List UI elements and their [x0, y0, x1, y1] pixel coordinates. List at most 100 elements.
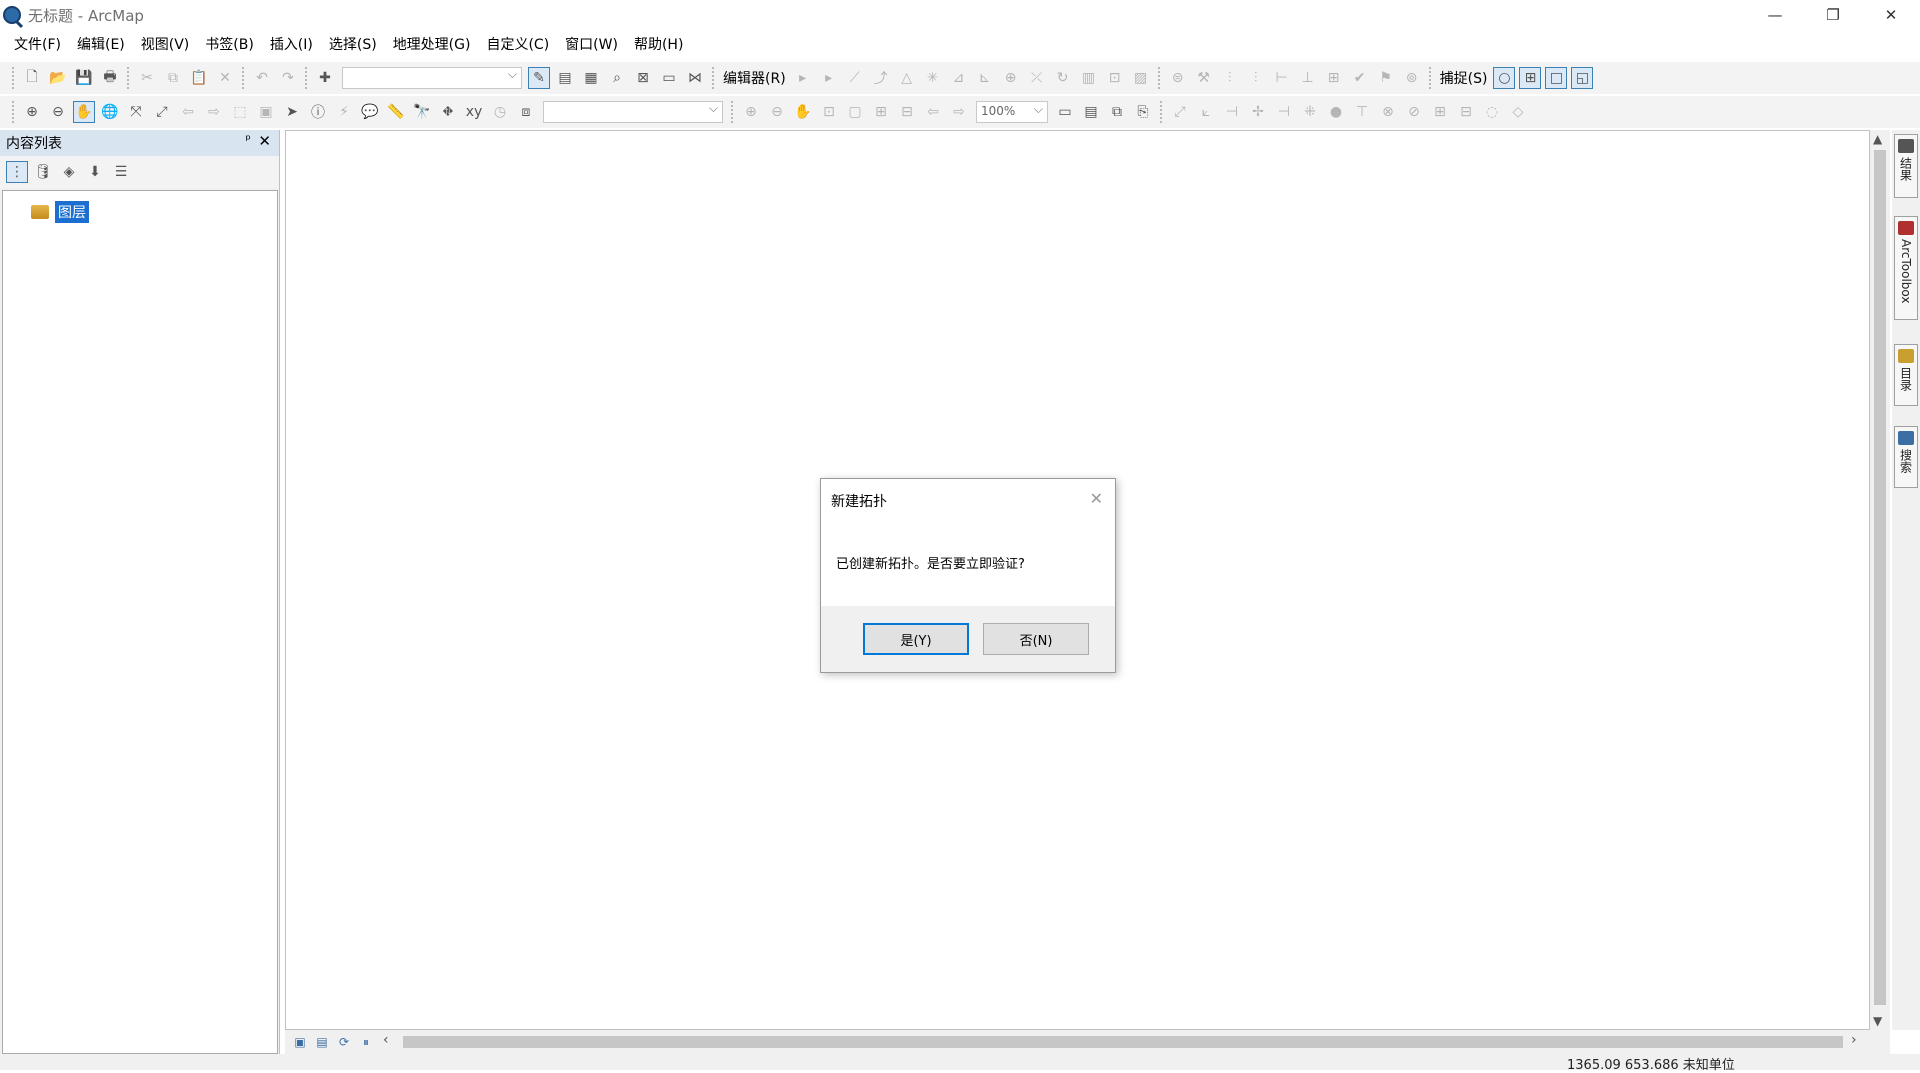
open-icon[interactable]: 📂	[47, 67, 69, 89]
forward-extent-icon[interactable]: ⇨	[203, 101, 225, 123]
select-elements-icon[interactable]: ➤	[281, 101, 303, 123]
dock-tab-catalog[interactable]: 目录	[1894, 344, 1918, 406]
back-extent-icon[interactable]: ⇦	[177, 101, 199, 123]
save-icon[interactable]: 💾	[73, 67, 95, 89]
reshape-icon[interactable]: ⊾	[974, 67, 996, 89]
pan-icon[interactable]: ✋	[73, 101, 95, 123]
vertical-scroll-thumb[interactable]	[1874, 150, 1886, 1005]
vertex-snapping-icon[interactable]: □	[1545, 67, 1568, 89]
georef-tool-4-icon[interactable]: ✢	[1247, 101, 1269, 123]
scroll-left-icon[interactable]: ‹	[383, 1032, 389, 1048]
menu-edit[interactable]: 编辑(E)	[69, 32, 133, 58]
menu-geoprocessing[interactable]: 地理处理(G)	[385, 32, 479, 58]
sketch-properties-icon[interactable]: ⊡	[1104, 67, 1126, 89]
toolbar-grip[interactable]	[12, 101, 15, 123]
list-by-selection-icon[interactable]: ⬇	[84, 161, 106, 183]
curve-icon[interactable]: ⤴	[870, 67, 892, 89]
create-features-icon[interactable]: ▨	[1130, 67, 1152, 89]
pin-icon[interactable]: ᵖ	[245, 133, 251, 148]
layout-zoom-in-icon[interactable]: ⊕	[740, 101, 762, 123]
minimize-button[interactable]: —	[1746, 0, 1804, 30]
identify-icon[interactable]: ⓘ	[307, 101, 329, 123]
georef-tool-5-icon[interactable]: ⊣	[1273, 101, 1295, 123]
table-of-contents-icon[interactable]: ▤	[554, 67, 576, 89]
dock-tab-results[interactable]: 结果	[1894, 134, 1918, 198]
cut-icon[interactable]: ✂	[136, 67, 158, 89]
topology-tool-1-icon[interactable]: ⫶	[1219, 67, 1241, 89]
menu-customize[interactable]: 自定义(C)	[478, 32, 557, 58]
topology-tool-5-icon[interactable]: ⊞	[1323, 67, 1345, 89]
fixed-zoom-in-icon[interactable]: ⤧	[125, 101, 147, 123]
select-features-icon[interactable]: ⬚	[229, 101, 251, 123]
find-icon[interactable]: 🔭	[411, 101, 433, 123]
print-icon[interactable]: 🖶	[99, 67, 121, 89]
edit-vertices-icon[interactable]: ⊿	[948, 67, 970, 89]
refresh-icon[interactable]: ⟳	[335, 1033, 353, 1051]
dock-tab-search[interactable]: 搜索	[1894, 426, 1918, 488]
edge-snapping-icon[interactable]: ◱	[1571, 67, 1594, 89]
menu-windows[interactable]: 窗口(W)	[557, 32, 626, 58]
scroll-right-icon[interactable]: ›	[1851, 1032, 1857, 1048]
menu-bookmarks[interactable]: 书签(B)	[197, 32, 262, 58]
menu-help[interactable]: 帮助(H)	[626, 32, 691, 58]
toc-options-icon[interactable]: ☰	[110, 161, 132, 183]
georef-tool-9-icon[interactable]: ⊗	[1377, 101, 1399, 123]
horizontal-scrollbar[interactable]	[403, 1036, 1843, 1048]
close-window-button[interactable]: ✕	[1862, 0, 1920, 30]
delete-icon[interactable]: ✕	[214, 67, 236, 89]
layers-data-frame[interactable]: 图层	[31, 201, 89, 223]
topology-edit-icon[interactable]: ⚒	[1193, 67, 1215, 89]
topology-tool-4-icon[interactable]: ⊥	[1297, 67, 1319, 89]
dock-tab-arctoolbox[interactable]: ArcToolbox	[1894, 216, 1918, 320]
go-to-xy-icon[interactable]: xy	[463, 101, 485, 123]
edit-tool-icon[interactable]: ▸	[792, 67, 814, 89]
list-by-visibility-icon[interactable]: ◈	[58, 161, 80, 183]
arctoolbox-icon[interactable]: ⊠	[632, 67, 654, 89]
topology-tool-3-icon[interactable]: ⊢	[1271, 67, 1293, 89]
yes-button[interactable]: 是(Y)	[863, 623, 969, 655]
menu-view[interactable]: 视图(V)	[133, 32, 198, 58]
full-extent-icon[interactable]: 🌐	[99, 101, 121, 123]
layout-zoom-combo[interactable]: 100%	[976, 101, 1048, 123]
find-route-icon[interactable]: ⛖	[437, 101, 459, 123]
redo-icon[interactable]: ↷	[277, 67, 299, 89]
clear-selection-icon[interactable]: ▣	[255, 101, 277, 123]
zoom-100-icon[interactable]: ▢	[844, 101, 866, 123]
point-snapping-icon[interactable]: ○	[1493, 67, 1516, 89]
topology-select-icon[interactable]: ⊜	[1167, 67, 1189, 89]
snapping-menu-button[interactable]: 捕捉(S)	[1436, 68, 1492, 88]
editor-menu-button[interactable]: 编辑器(R)	[719, 68, 790, 88]
georef-tool-6-icon[interactable]: ⁜	[1299, 101, 1321, 123]
pause-drawing-icon[interactable]: ⏸	[357, 1033, 375, 1051]
paste-icon[interactable]: 📋	[188, 67, 210, 89]
no-button[interactable]: 否(N)	[983, 623, 1089, 655]
georef-tool-1-icon[interactable]: ⤢	[1169, 101, 1191, 123]
layers-label[interactable]: 图层	[55, 201, 89, 223]
hyperlink-icon[interactable]: ⚡	[333, 101, 355, 123]
layer-combo[interactable]	[543, 101, 723, 123]
zoom-out-icon[interactable]: ⊖	[47, 101, 69, 123]
catalog-icon[interactable]: ▦	[580, 67, 602, 89]
scale-combo[interactable]	[342, 67, 522, 89]
zoom-in-icon[interactable]: ⊕	[21, 101, 43, 123]
straight-segment-icon[interactable]: ⟋	[844, 67, 866, 89]
toggle-draft-mode-icon[interactable]: ▭	[1054, 101, 1076, 123]
new-document-icon[interactable]: 🗋	[21, 67, 43, 89]
modelbuilder-icon[interactable]: ⋈	[684, 67, 706, 89]
scroll-up-icon[interactable]: ▲	[1873, 132, 1882, 146]
georef-tool-12-icon[interactable]: ⊟	[1455, 101, 1477, 123]
topology-tool-2-icon[interactable]: ⫶	[1245, 67, 1267, 89]
menu-selection[interactable]: 选择(S)	[321, 32, 385, 58]
georef-tool-3-icon[interactable]: ⊣	[1221, 101, 1243, 123]
topology-tool-6-icon[interactable]: ⊚	[1401, 67, 1423, 89]
toolbar-grip[interactable]	[12, 67, 15, 89]
add-data-icon[interactable]: ✚	[314, 67, 336, 89]
end-snapping-icon[interactable]: ⊞	[1519, 67, 1542, 89]
edit-annotation-icon[interactable]: ▸	[818, 67, 840, 89]
python-window-icon[interactable]: ▭	[658, 67, 680, 89]
time-slider-icon[interactable]: ◷	[489, 101, 511, 123]
split-tool-icon[interactable]: ⤫	[1026, 67, 1048, 89]
dialog-close-icon[interactable]: ✕	[1090, 489, 1103, 508]
list-by-drawing-order-icon[interactable]: ⋮	[6, 161, 28, 183]
focus-data-frame-icon[interactable]: ▤	[1080, 101, 1102, 123]
